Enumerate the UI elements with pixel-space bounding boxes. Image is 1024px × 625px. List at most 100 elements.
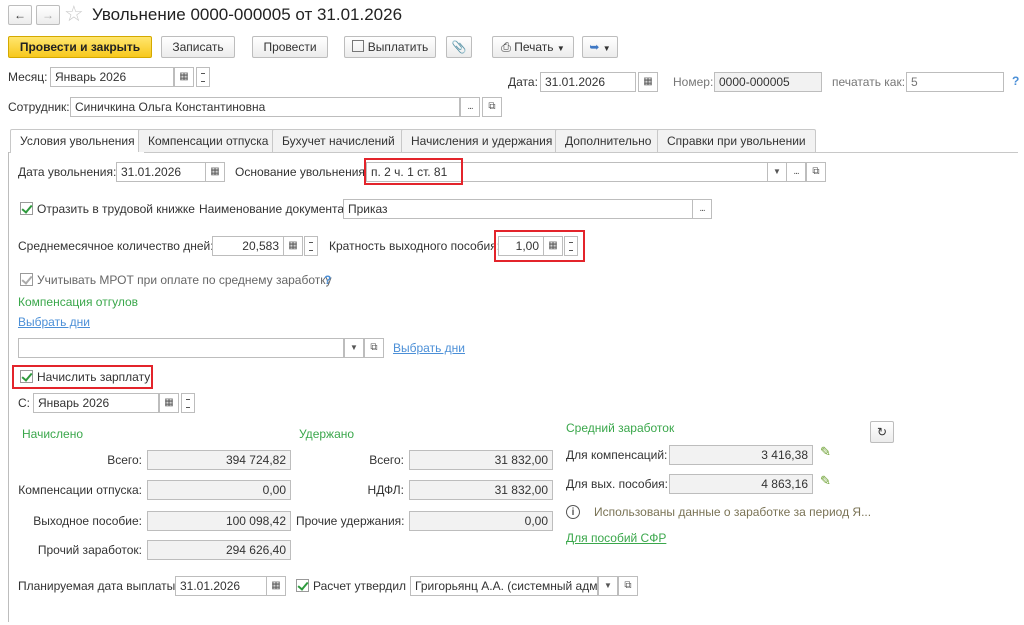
reason-select-button[interactable]: ... <box>786 162 806 182</box>
ndfl-label: НДФЛ: <box>367 483 404 497</box>
pencil-icon[interactable]: ✎ <box>820 444 831 460</box>
comp-leaves-field[interactable] <box>18 338 344 358</box>
from-label: С: <box>18 396 30 410</box>
post-and-close-button[interactable]: Провести и закрыть <box>8 36 152 58</box>
dismissal-date-field[interactable]: 31.01.2026 <box>116 162 206 182</box>
doc-name-select-button[interactable]: ... <box>692 199 712 219</box>
chevron-down-icon: ▼ <box>604 581 612 590</box>
back-button[interactable]: ← <box>8 5 32 25</box>
from-field[interactable]: Январь 2026 <box>33 393 159 413</box>
employee-select-button[interactable]: ... <box>460 97 480 117</box>
from-spin[interactable] <box>181 393 195 413</box>
tab-accruals-deductions[interactable]: Начисления и удержания <box>401 129 563 152</box>
number-field[interactable]: 0000-000005 <box>714 72 822 92</box>
date-field[interactable]: 31.01.2026 <box>540 72 636 92</box>
for-comp-value: 3 416,38 <box>669 445 813 465</box>
avg-days-calc-button[interactable]: ▦ <box>283 236 303 256</box>
number-label: Номер: <box>673 75 714 89</box>
post-button[interactable]: Провести <box>252 36 328 58</box>
approver-field[interactable]: Григорьянц А.А. (системный адми <box>410 576 598 596</box>
approved-label: Расчет утвердил <box>313 579 407 593</box>
sfr-link[interactable]: Для пособий СФР <box>566 528 666 548</box>
tabs-underline <box>8 152 1018 153</box>
help-icon[interactable]: ? <box>1012 74 1019 88</box>
severance-mult-highlight <box>494 230 585 262</box>
arrow-right-icon: → <box>42 8 54 22</box>
checkmark-icon <box>21 202 33 214</box>
select-days-link-1[interactable]: Выбрать дни <box>18 312 90 332</box>
workbook-label: Отразить в трудовой книжке <box>37 202 195 216</box>
vacation-comp-label: Компенсации отпуска: <box>18 483 142 497</box>
mrot-label: Учитывать МРОТ при оплате по среднему за… <box>37 273 332 287</box>
accrued-total-value: 394 724,82 <box>147 450 291 470</box>
forward-button[interactable]: → <box>36 5 60 25</box>
pay-date-field[interactable]: 31.01.2026 <box>175 576 267 596</box>
month-spin[interactable] <box>196 67 210 87</box>
workbook-checkbox[interactable] <box>20 202 33 215</box>
tab-vacation-compensation[interactable]: Компенсации отпуска <box>138 129 279 152</box>
comp-leaves-open-button[interactable]: ⧉ <box>364 338 384 358</box>
tab-accounting[interactable]: Бухучет начислений <box>272 129 405 152</box>
chevron-down-icon: ▼ <box>556 44 565 53</box>
vacation-comp-value: 0,00 <box>147 480 291 500</box>
print-as-field[interactable] <box>906 72 1004 92</box>
select-days-link-2[interactable]: Выбрать дни <box>393 338 465 358</box>
accrue-salary-checkbox[interactable] <box>20 370 33 383</box>
pay-button[interactable]: Выплатить <box>344 36 436 58</box>
doc-name-label: Наименование документа: <box>199 202 348 216</box>
calendar-icon: ▦ <box>164 397 174 408</box>
attach-button[interactable]: 📎 <box>446 36 472 58</box>
print-as-label: печатать как: <box>832 75 906 89</box>
for-severance-value: 4 863,16 <box>669 474 813 494</box>
tab-additional[interactable]: Дополнительно <box>555 129 662 152</box>
for-comp-label: Для компенсаций: <box>566 448 668 462</box>
date-calendar-button[interactable]: ▦ <box>638 72 658 92</box>
employee-open-button[interactable]: ⧉ <box>482 97 502 117</box>
checkmark-icon <box>21 370 33 382</box>
refresh-icon: ↻ <box>876 425 888 439</box>
arrow-left-icon: ← <box>14 8 26 22</box>
more-icon: ... <box>467 101 473 112</box>
calendar-icon: ▦ <box>179 71 189 82</box>
mrot-help-icon[interactable]: ? <box>324 270 331 290</box>
calculator-icon: ▦ <box>288 240 298 251</box>
avg-days-field[interactable]: 20,583 <box>212 236 284 256</box>
employee-field[interactable]: Синичкина Ольга Константиновна <box>70 97 460 117</box>
severance-mult-label: Кратность выходного пособия: <box>329 239 501 253</box>
reason-label: Основание увольнения: <box>235 165 369 179</box>
reason-dropdown-button[interactable]: ▼ <box>767 162 787 182</box>
pay-date-calendar-button[interactable]: ▦ <box>266 576 286 596</box>
create-based-on-button[interactable]: ➥ ▼ <box>582 36 618 58</box>
approver-open-button[interactable]: ⧉ <box>618 576 638 596</box>
window-title: Увольнение 0000-000005 от 31.01.2026 <box>92 5 403 24</box>
tab-dismissal-certificates[interactable]: Справки при увольнении <box>657 129 816 152</box>
calendar-button[interactable]: ▦ <box>174 67 194 87</box>
from-calendar-button[interactable]: ▦ <box>159 393 179 413</box>
open-icon: ⧉ <box>488 101 496 112</box>
write-button[interactable]: Записать <box>161 36 235 58</box>
open-icon: ⧉ <box>370 342 378 353</box>
accrued-title: Начислено <box>22 427 84 441</box>
approved-checkbox[interactable] <box>296 579 309 592</box>
print-button[interactable]: ⎙ Печать ▼ <box>492 36 574 58</box>
mrot-checkbox[interactable] <box>20 273 33 286</box>
avg-days-spin[interactable] <box>304 236 318 256</box>
approver-dropdown-button[interactable]: ▼ <box>598 576 618 596</box>
comp-leaves-title: Компенсация отгулов <box>18 295 138 309</box>
dismissal-calendar-button[interactable]: ▦ <box>205 162 225 182</box>
comp-leaves-dropdown-button[interactable]: ▼ <box>344 338 364 358</box>
other-earnings-value: 294 626,40 <box>147 540 291 560</box>
pencil-icon[interactable]: ✎ <box>820 473 831 489</box>
severance-label: Выходное пособие: <box>33 514 142 528</box>
open-icon: ⧉ <box>624 580 632 591</box>
refresh-button[interactable]: ↻ <box>870 421 894 443</box>
month-field[interactable]: Январь 2026 <box>50 67 174 87</box>
doc-name-field[interactable]: Приказ <box>343 199 693 219</box>
content-left-border <box>8 152 9 622</box>
star-icon[interactable]: ☆ <box>64 2 84 26</box>
month-label: Месяц: <box>8 70 48 84</box>
calendar-icon: ▦ <box>271 580 281 591</box>
chevron-down-icon: ▼ <box>602 44 611 53</box>
reason-open-button[interactable]: ⧉ <box>806 162 826 182</box>
tab-dismissal-conditions[interactable]: Условия увольнения <box>10 129 145 153</box>
